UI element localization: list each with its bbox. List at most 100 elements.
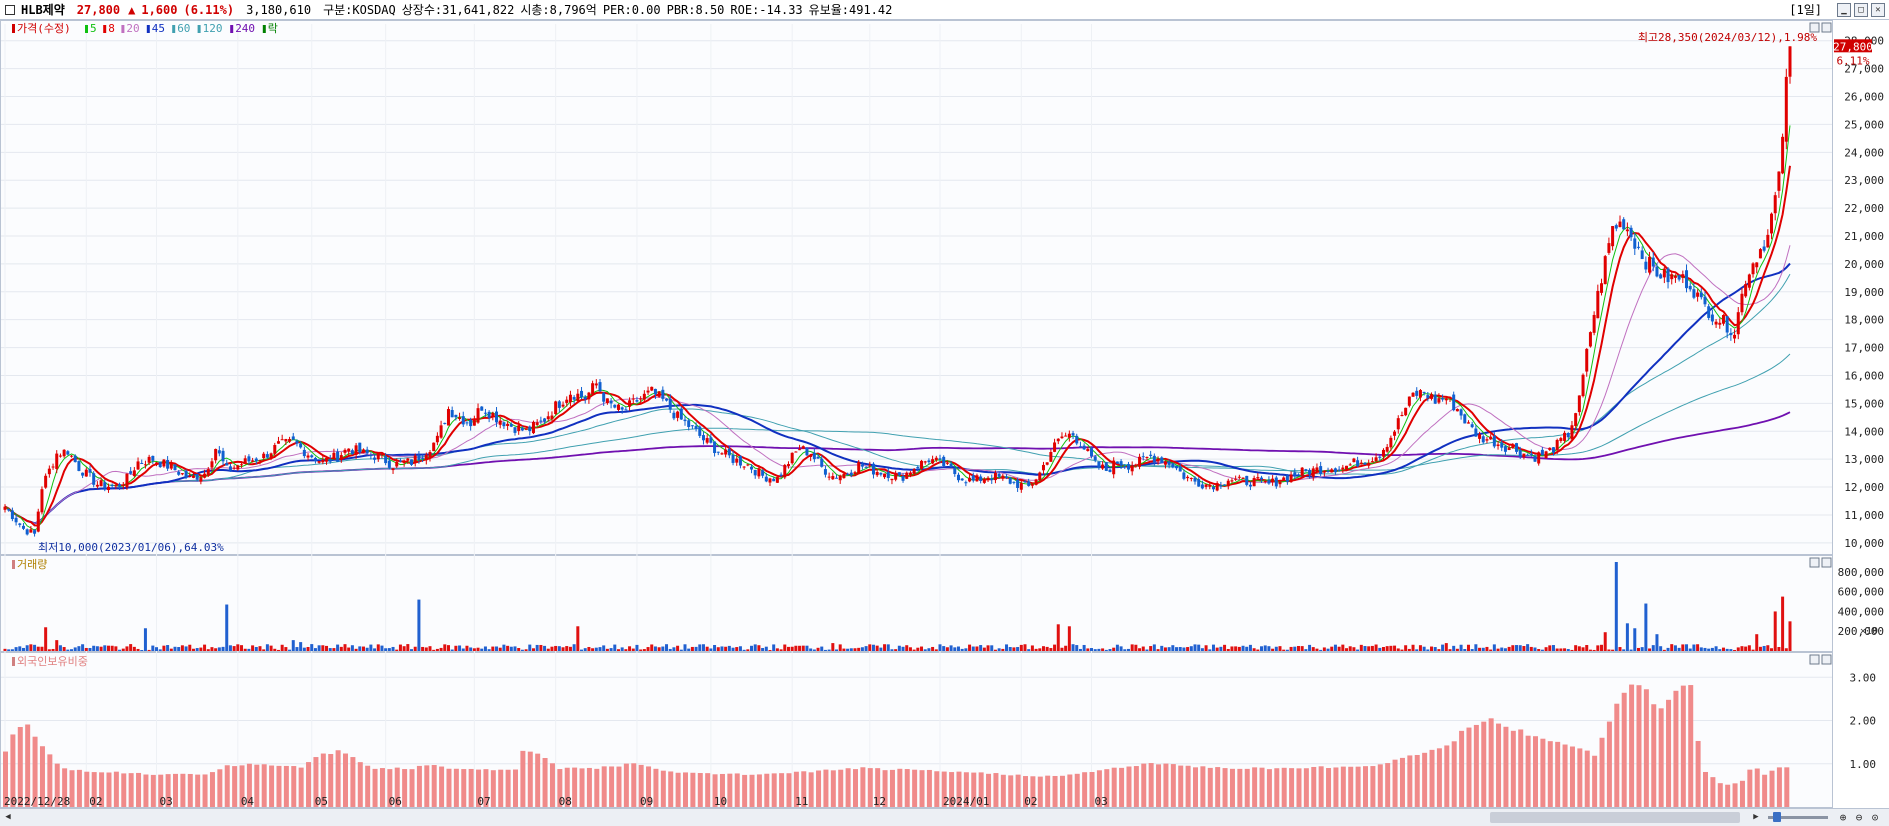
volume-bar [232, 646, 236, 651]
foreign-bar [668, 771, 674, 807]
candle-body [25, 529, 29, 535]
candle-body [565, 399, 569, 403]
candle-body [820, 458, 824, 467]
foreign-bar [69, 770, 75, 807]
foreign-bar [786, 773, 792, 807]
candle-body [10, 510, 14, 520]
volume-bar [934, 649, 938, 651]
stock-chart[interactable]: 10,000 11,000 12,000 13,000 14,000 15,000 16,0… [0, 20, 1889, 808]
chart-scrollbar[interactable]: ◀ ▶ ⊕ ⊖ ⊙ [0, 808, 1889, 826]
candle-body [1215, 483, 1219, 491]
foreign-bar [1577, 748, 1583, 807]
volume-bar [1651, 645, 1655, 651]
candle-body [1049, 452, 1053, 462]
candle-body [184, 470, 188, 478]
pane-maximize-icon[interactable] [1809, 22, 1820, 33]
foreign-bar [1643, 689, 1649, 807]
volume-bar [1200, 648, 1204, 651]
volume-bar [461, 648, 465, 651]
volume-bar [1093, 649, 1097, 651]
close-icon[interactable]: ✕ [1871, 2, 1885, 17]
high-annotation: 최고28,350(2024/03/12),1.98% [1638, 31, 1818, 44]
volume-bar [779, 649, 783, 651]
candle-body [1123, 466, 1127, 468]
volume-bar [683, 644, 687, 651]
volume-bar [469, 647, 473, 651]
candle-body [1625, 229, 1629, 232]
candle-body [1093, 456, 1097, 461]
pane-close-icon[interactable] [1821, 557, 1832, 568]
candle-body [1023, 481, 1027, 483]
volume-bar [1688, 648, 1692, 651]
candle-body [317, 461, 321, 463]
candle-body [894, 474, 898, 480]
volume-bar [713, 644, 717, 651]
scroll-right-icon[interactable]: ▶ [1750, 811, 1762, 823]
volume-bar [428, 646, 432, 651]
volume-bar [1614, 562, 1618, 651]
volume-bar [417, 599, 421, 651]
volume-pane[interactable] [0, 555, 1833, 652]
candle-body [1175, 465, 1179, 469]
foreign-bar [1385, 763, 1391, 807]
pane-maximize-icon[interactable] [1809, 654, 1820, 665]
candle-body [1485, 439, 1489, 441]
zoom-reset-icon[interactable]: ⊙ [1868, 811, 1882, 825]
candle-body [646, 390, 650, 393]
candle-body [1481, 436, 1485, 443]
window-icon[interactable] [5, 4, 15, 15]
candle-body [650, 386, 654, 391]
foreign-bar [579, 768, 585, 807]
zoom-out-icon[interactable]: ⊖ [1852, 811, 1866, 825]
scroll-thumb[interactable] [1490, 812, 1740, 823]
scroll-left-icon[interactable]: ◀ [2, 811, 14, 823]
candle-body [724, 449, 728, 455]
candle-body [964, 482, 968, 484]
candle-body [406, 458, 410, 461]
volume-bar [953, 647, 957, 651]
candle-body [543, 418, 547, 422]
period-selector[interactable]: [1일] [1789, 1, 1822, 18]
volume-bar [705, 646, 709, 651]
candle-body [1466, 422, 1470, 424]
candle-body [594, 383, 598, 386]
volume-bar [727, 645, 731, 651]
candle-body [243, 458, 247, 464]
maximize-icon[interactable]: □ [1854, 2, 1868, 17]
pane-close-icon[interactable] [1821, 22, 1832, 33]
volume-bar [1112, 647, 1116, 651]
volume-bar [1175, 647, 1179, 651]
foreign-bar [830, 770, 836, 807]
foreign-bar [764, 773, 770, 807]
candle-body [598, 382, 602, 392]
candle-body [1696, 292, 1700, 297]
volume-bar [1640, 647, 1644, 651]
candle-body [1001, 475, 1005, 479]
candle-body [454, 414, 458, 418]
minimize-icon[interactable]: ▁ [1837, 2, 1851, 17]
candle-body [982, 478, 986, 483]
foreign-bar [1592, 755, 1598, 807]
pane-maximize-icon[interactable] [1809, 557, 1820, 568]
candle-body [291, 436, 295, 440]
price-tick-label: 22,000 [1844, 202, 1884, 215]
stock-name[interactable]: HLB제약 [21, 1, 65, 18]
ma-legend-marker [262, 25, 266, 33]
foreign-bar [1407, 755, 1413, 807]
foreign-bar [1481, 721, 1487, 807]
volume-bar [1023, 644, 1027, 651]
candle-body [923, 461, 927, 463]
foreign-bar [1614, 703, 1620, 807]
candle-body [1651, 257, 1655, 267]
volume-bar [306, 646, 310, 651]
zoom-slider-handle[interactable] [1773, 812, 1781, 822]
candle-body [1618, 221, 1622, 228]
candle-body [1496, 444, 1500, 447]
zoom-in-icon[interactable]: ⊕ [1836, 811, 1850, 825]
volume-bar [77, 646, 81, 651]
pane-close-icon[interactable] [1821, 654, 1832, 665]
volume-bar [1304, 649, 1308, 651]
volume-bar [1448, 649, 1452, 651]
ma-legend-label: 120 [203, 22, 223, 35]
candle-body [1758, 249, 1762, 259]
